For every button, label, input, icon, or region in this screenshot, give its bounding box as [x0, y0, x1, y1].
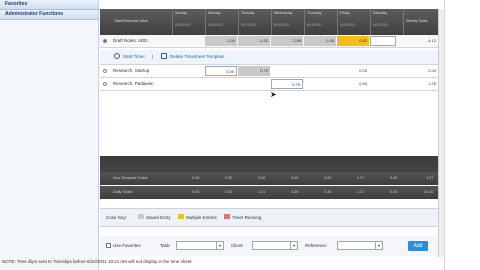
day-cell[interactable]: [304, 79, 336, 89]
header-day: Saturday 8/21/2011: [370, 9, 403, 35]
header-day: Thursday 8/19/2011: [304, 9, 337, 35]
day-cell[interactable]: 1.00: [205, 66, 237, 76]
day-cell[interactable]: [271, 66, 303, 76]
non-template-totals-row: Non-Template Totals 0.00 0.00 0.00 0.00 …: [100, 172, 444, 185]
row-task-name: Research, Padawan: [113, 81, 154, 86]
totals-label: Non-Template Totals: [113, 176, 148, 180]
reference-select[interactable]: ▾: [337, 241, 383, 250]
table-row[interactable]: Research, Startup 1.00 0.79 0.25 2.04: [100, 65, 444, 78]
use-favorites-label: Use Favorites: [113, 243, 141, 248]
day-cell[interactable]: [370, 79, 402, 89]
color-key-title: Color Key:: [106, 215, 128, 220]
total-value: 11.00: [424, 190, 434, 194]
header-day: Monday 8/16/2011: [205, 9, 238, 35]
header-weekly-totals: Weekly Totals: [403, 9, 438, 35]
row-radio[interactable]: [103, 69, 107, 73]
reference-label: Reference:: [305, 243, 328, 248]
use-favorites-checkbox[interactable]: [106, 243, 111, 248]
chevron-down-icon: ▾: [216, 242, 223, 249]
day-cell[interactable]: 0.75: [271, 79, 303, 89]
day-cell[interactable]: [304, 66, 336, 76]
timesheet-panel: Task/Reference Value Sunday 8/15/2011 Mon…: [100, 0, 445, 270]
row-radio[interactable]: [103, 82, 107, 86]
total-value: 0.00: [258, 176, 266, 180]
day-cell[interactable]: [238, 79, 270, 89]
total-value: 1.37: [357, 176, 365, 180]
sidebar-item-administrator-functions[interactable]: Administrator Functions: [0, 10, 98, 20]
client-label: Client:: [231, 243, 244, 248]
swatch-saved: [138, 214, 144, 219]
header-task: Task/Reference Value: [114, 19, 148, 23]
row-total: 4.12: [428, 38, 436, 43]
grid-header: Task/Reference Value Sunday 8/15/2011 Mon…: [100, 9, 444, 35]
day-cell[interactable]: 2.89: [271, 36, 303, 46]
sidebar: Favorites Administrator Functions: [0, 0, 99, 270]
mouse-cursor-icon: ➤: [270, 90, 277, 99]
day-cell[interactable]: 0.79: [238, 66, 270, 76]
day-cell[interactable]: 0.62: [337, 36, 369, 46]
total-value: 0.00: [390, 190, 398, 194]
total-value: 0.00: [390, 176, 398, 180]
start-timer-link[interactable]: Start Timer: [123, 54, 145, 59]
total-value: 0.35: [324, 190, 332, 194]
color-key: Color Key: Saved Entry Multiple Entries …: [100, 208, 444, 227]
timesheet-note: NOTE: Time slips sent to Timeslips befor…: [2, 259, 193, 264]
row-total: 1.25: [428, 81, 436, 86]
total-value: 2.00: [225, 190, 233, 194]
swatch-multiple: [178, 214, 184, 219]
day-cell[interactable]: 0.50: [337, 79, 369, 89]
daily-totals-row: Daily Totals 0.00 2.00 1.21 3.39 0.35 1.…: [100, 186, 444, 199]
client-select[interactable]: ▾: [252, 241, 298, 250]
add-button[interactable]: Add: [408, 241, 428, 251]
day-cell[interactable]: [205, 79, 237, 89]
grid-footer-spacer: [100, 156, 444, 172]
total-value: 1.37: [357, 190, 365, 194]
delete-template-icon[interactable]: [161, 53, 167, 59]
total-value: 3.39: [291, 190, 299, 194]
day-cell[interactable]: [172, 66, 204, 76]
row-task-name: Research, Startup: [113, 68, 150, 73]
link-separator: |: [152, 54, 154, 59]
chevron-down-icon: ▾: [375, 242, 382, 249]
sidebar-item-favorites[interactable]: Favorites: [0, 0, 98, 10]
day-cell[interactable]: 0.35: [304, 36, 336, 46]
day-cell[interactable]: 0.25: [337, 66, 369, 76]
day-cell[interactable]: 0.32: [238, 36, 270, 46]
total-value: 1.21: [258, 190, 266, 194]
swatch-timer: [224, 214, 230, 219]
table-row[interactable]: Draft Notes: ADD 1.00 0.32 2.89 0.35 0.6…: [100, 35, 444, 48]
header-day: Wednesday 8/18/2011: [271, 9, 304, 35]
header-day: Friday 8/20/2011: [337, 9, 370, 35]
day-cell[interactable]: [370, 66, 402, 76]
delete-template-link[interactable]: Delete Timesheet Template: [170, 54, 224, 59]
entry-filter-bar: Use Favorites Task: ▾ Client: ▾ Referenc…: [100, 236, 444, 256]
row-actions: Start Timer | Delete Timesheet Template: [100, 50, 444, 65]
day-cell[interactable]: [172, 79, 204, 89]
total-value: 0.00: [225, 176, 233, 180]
row-task-name: Draft Notes: ADD: [113, 38, 148, 43]
day-cell[interactable]: [370, 36, 396, 46]
total-value: 0.00: [291, 176, 299, 180]
total-value: 1.37: [426, 176, 434, 180]
row-total: 2.04: [428, 68, 436, 73]
header-day: Sunday 8/15/2011: [172, 9, 205, 35]
stopwatch-icon: [114, 53, 120, 59]
total-value: 0.00: [192, 176, 200, 180]
task-label: Task:: [160, 243, 171, 248]
total-value: 0.00: [324, 176, 332, 180]
header-day: Tuesday 8/17/2011: [238, 9, 271, 35]
day-cell[interactable]: 1.00: [205, 36, 237, 46]
chevron-down-icon: ▾: [290, 242, 297, 249]
legend-label: Saved Entry: [146, 215, 171, 220]
legend-label: Timer Running: [232, 215, 262, 220]
day-cell[interactable]: [172, 36, 204, 46]
legend-label: Multiple Entries: [186, 215, 217, 220]
totals-label: Daily Totals: [113, 190, 133, 194]
right-margin: [444, 0, 480, 270]
total-value: 0.00: [192, 190, 200, 194]
row-radio[interactable]: [103, 39, 107, 43]
task-select[interactable]: ▾: [176, 241, 224, 250]
